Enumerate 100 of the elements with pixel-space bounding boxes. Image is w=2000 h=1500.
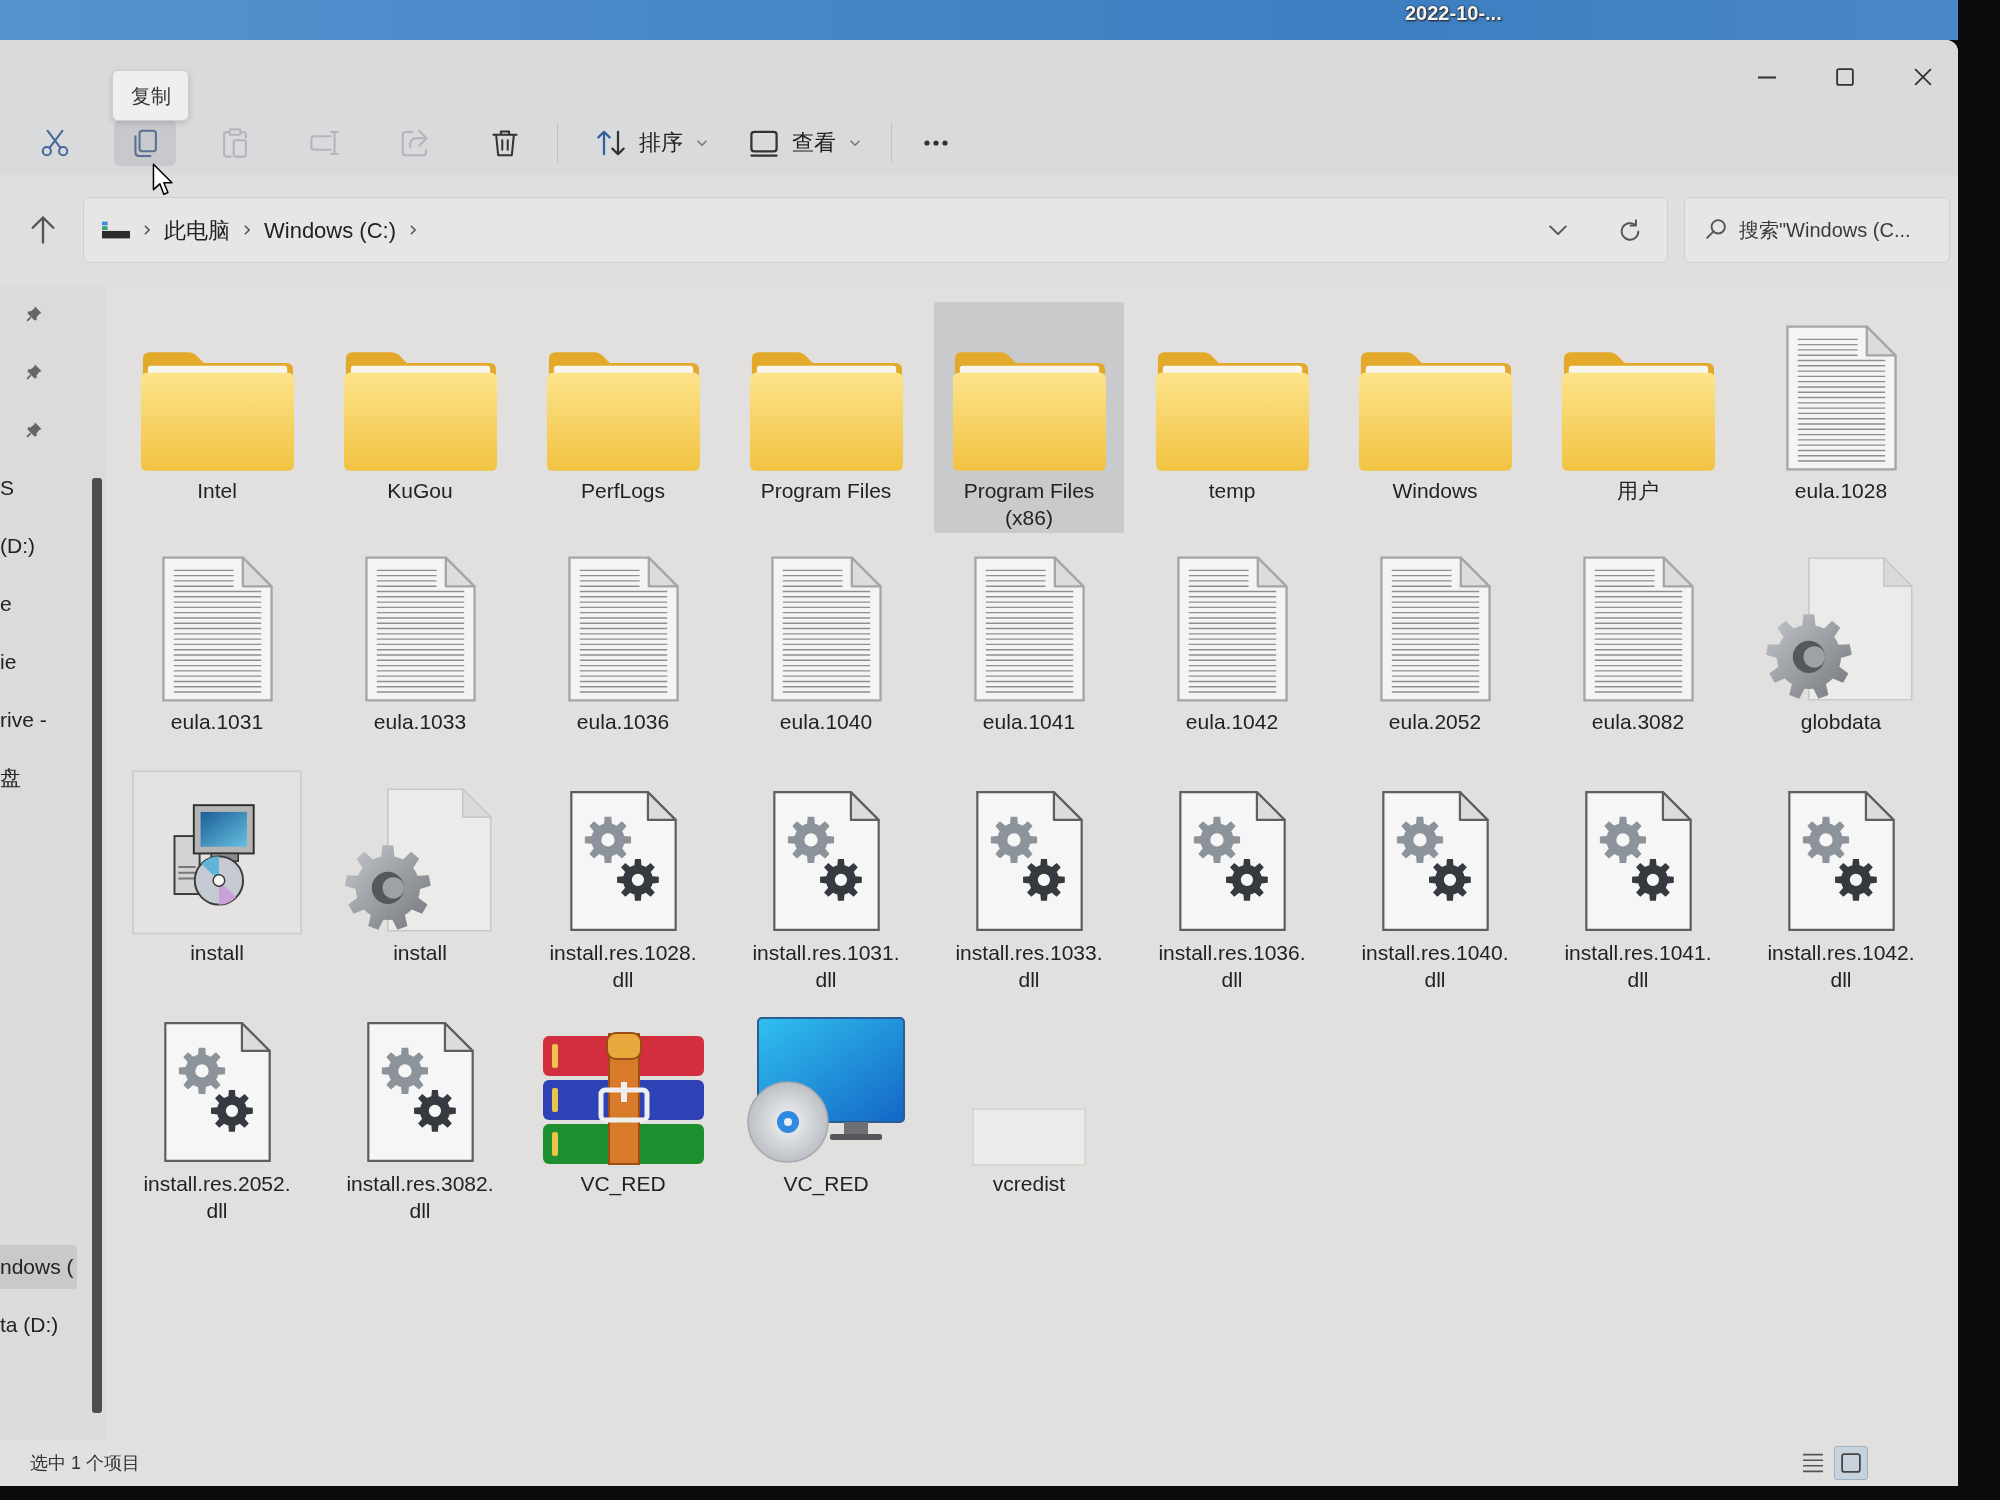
breadcrumb-item[interactable]: Windows (C:) [264, 213, 396, 247]
file-item[interactable]: install.res.1042.dll [1746, 764, 1936, 995]
nav-item[interactable]: rive - [0, 698, 77, 742]
address-bar[interactable]: 此电脑 Windows (C:) [83, 197, 1668, 263]
file-item[interactable]: install.res.1028.dll [528, 764, 718, 995]
file-item[interactable]: install [122, 764, 312, 995]
text-document-icon [565, 554, 681, 704]
trash-icon [490, 127, 520, 158]
chevron-right-icon [410, 225, 416, 235]
folder-item[interactable]: PerfLogs [528, 302, 718, 533]
folder-item[interactable]: Windows [1340, 302, 1530, 533]
gear-document-icon [1766, 554, 1916, 704]
folder-item[interactable]: temp [1137, 302, 1327, 533]
text-document-icon [1783, 323, 1899, 473]
folder-icon [1153, 349, 1311, 473]
view-button[interactable]: 查看 [738, 119, 872, 166]
large-icons-view-button[interactable] [1834, 1446, 1868, 1480]
nav-item[interactable]: ta (D:) [0, 1303, 77, 1347]
folder-icon [138, 349, 296, 473]
share-icon [400, 127, 430, 158]
folder-icon [544, 349, 702, 473]
chevron-down-icon [697, 139, 707, 146]
file-item[interactable]: eula.2052 [1340, 533, 1530, 764]
folder-item[interactable]: Program Files [731, 302, 921, 533]
chevron-right-icon [244, 225, 250, 235]
file-item[interactable]: install.res.1040.dll [1340, 764, 1530, 995]
nav-item[interactable]: ndows ( [0, 1245, 77, 1289]
file-item[interactable]: eula.1040 [731, 533, 921, 764]
nav-item[interactable]: 盘 [0, 756, 77, 800]
text-document-icon [159, 554, 275, 704]
text-document-icon [971, 554, 1087, 704]
chevron-right-icon [144, 225, 150, 235]
text-document-icon [1174, 554, 1290, 704]
file-item[interactable]: vcredist [934, 995, 1124, 1226]
file-item[interactable]: eula.3082 [1543, 533, 1733, 764]
up-arrow-icon [31, 216, 55, 244]
sort-icon [597, 128, 625, 157]
chevron-down-icon [850, 139, 860, 146]
book-stack-icon [540, 1032, 706, 1166]
folder-item[interactable]: Program Files (x86) [934, 302, 1124, 533]
file-item[interactable]: install.res.2052.dll [122, 995, 312, 1226]
file-item[interactable]: eula.1042 [1137, 533, 1327, 764]
nav-item[interactable]: ie [0, 640, 77, 684]
file-item[interactable]: install [325, 764, 515, 995]
clipboard-icon [220, 127, 250, 158]
file-item[interactable]: install.res.1041.dll [1543, 764, 1733, 995]
folder-icon [341, 349, 499, 473]
text-document-icon [768, 554, 884, 704]
drive-icon [102, 221, 130, 239]
pin-icon[interactable] [26, 364, 42, 380]
mouse-pointer-icon [152, 163, 174, 196]
nav-item[interactable]: e [0, 582, 77, 626]
file-item[interactable]: eula.1031 [122, 533, 312, 764]
list-lines-icon [1803, 1453, 1823, 1473]
pin-icon[interactable] [26, 422, 42, 438]
scrollbar-thumb[interactable] [92, 478, 102, 1413]
square-icon [1841, 1453, 1861, 1473]
close-icon [1914, 68, 1932, 86]
text-document-icon [1580, 554, 1696, 704]
tooltip: 复制 [112, 70, 189, 121]
file-item[interactable]: VC_RED [528, 995, 718, 1226]
file-item[interactable]: install.res.1036.dll [1137, 764, 1327, 995]
folder-item[interactable]: Intel [122, 302, 312, 533]
file-item[interactable]: install.res.3082.dll [325, 995, 515, 1226]
file-item[interactable]: eula.1028 [1746, 302, 1936, 533]
text-document-icon [1377, 554, 1493, 704]
chevron-down-icon[interactable] [1549, 225, 1567, 235]
sort-button[interactable]: 排序 [585, 119, 719, 166]
file-item[interactable]: eula.1033 [325, 533, 515, 764]
folder-icon [1559, 349, 1717, 473]
minimize-icon [1758, 75, 1776, 79]
desktop-icon-label[interactable]: 2022-10-... [1405, 0, 1502, 26]
text-document-icon [362, 554, 478, 704]
folder-icon [950, 349, 1108, 473]
scissors-icon [40, 127, 70, 158]
search-icon [1706, 219, 1726, 239]
blank-thumbnail-icon [972, 1108, 1086, 1166]
refresh-icon[interactable] [1619, 219, 1641, 241]
nav-item[interactable]: (D:) [0, 524, 77, 568]
file-item[interactable]: eula.1036 [528, 533, 718, 764]
nav-item[interactable]: S [0, 466, 77, 510]
file-item[interactable]: eula.1041 [934, 533, 1124, 764]
monitor-disc-icon [746, 1016, 906, 1166]
breadcrumb-item[interactable]: 此电脑 [164, 213, 230, 247]
search-field[interactable]: 搜索"Windows (C... [1684, 197, 1950, 263]
file-item[interactable]: install.res.1033.dll [934, 764, 1124, 995]
file-item[interactable]: VC_RED [731, 995, 921, 1226]
folder-icon [747, 349, 905, 473]
status-text: 选中 1 个项目 [30, 1451, 140, 1475]
gear-document-icon [345, 785, 495, 935]
folder-icon [1356, 349, 1514, 473]
folder-item[interactable]: KuGou [325, 302, 515, 533]
maximize-icon [1836, 68, 1854, 86]
file-item[interactable]: globdata [1746, 533, 1936, 764]
pin-icon[interactable] [26, 306, 42, 322]
copy-button[interactable] [114, 119, 176, 166]
more-icon [923, 139, 949, 146]
view-icon [750, 128, 778, 157]
folder-item[interactable]: 用户 [1543, 302, 1733, 533]
file-item[interactable]: install.res.1031.dll [731, 764, 921, 995]
